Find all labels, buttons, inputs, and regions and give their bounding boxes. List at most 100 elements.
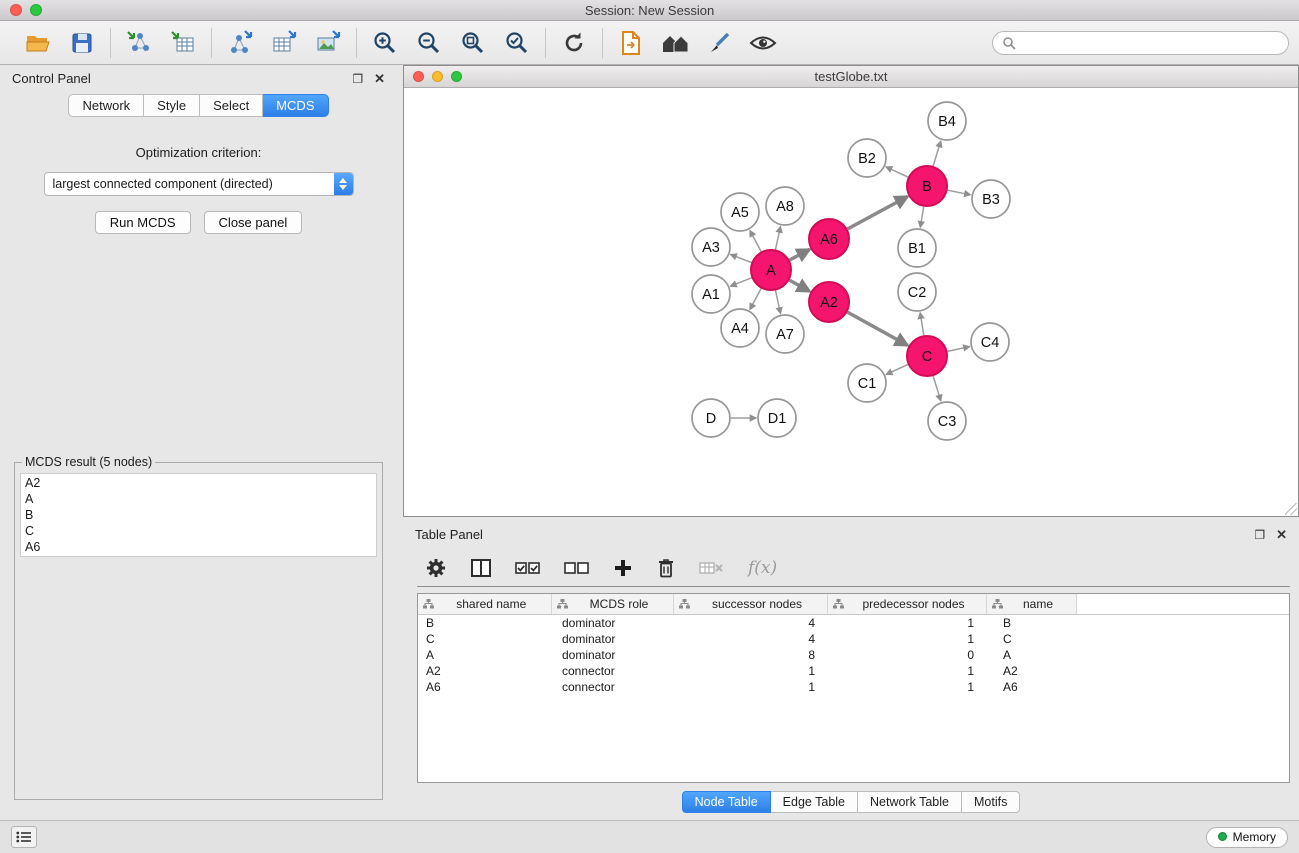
- run-mcds-button[interactable]: Run MCDS: [95, 211, 191, 234]
- column-header[interactable]: MCDS role: [551, 594, 673, 614]
- gear-icon[interactable]: [425, 554, 447, 582]
- criterion-dropdown[interactable]: largest connected component (directed): [44, 172, 354, 196]
- function-builder-icon[interactable]: f(x): [748, 554, 777, 582]
- graph-edge[interactable]: [789, 280, 809, 291]
- graph-node[interactable]: A5: [721, 193, 759, 231]
- table-row[interactable]: Cdominator41C: [418, 631, 1289, 647]
- graph-edge[interactable]: [776, 291, 781, 314]
- graph-edge[interactable]: [948, 190, 971, 195]
- graph-edge[interactable]: [933, 376, 941, 401]
- column-header[interactable]: predecessor nodes: [827, 594, 986, 614]
- column-header[interactable]: name: [986, 594, 1076, 614]
- graph-node[interactable]: A3: [692, 228, 730, 266]
- graph-edge[interactable]: [750, 231, 761, 252]
- table-cell[interactable]: 1: [827, 663, 986, 679]
- graph-node[interactable]: C2: [898, 273, 936, 311]
- zoom-fit-icon[interactable]: [456, 27, 490, 59]
- toolbar-search[interactable]: [992, 31, 1289, 55]
- resize-grip[interactable]: [1285, 503, 1297, 515]
- graph-node[interactable]: B1: [898, 229, 936, 267]
- node-table-container[interactable]: shared nameMCDS rolesuccessor nodesprede…: [417, 593, 1290, 783]
- network-graph[interactable]: B4B2BB3A5A8A6A3B1AC2A1A2A4A7C4CC1DD1C3: [404, 88, 1298, 516]
- tab-edge-table[interactable]: Edge Table: [771, 791, 858, 813]
- table-cell[interactable]: connector: [551, 679, 673, 695]
- tab-network[interactable]: Network: [68, 94, 144, 117]
- zoom-selected-icon[interactable]: [500, 27, 534, 59]
- add-column-icon[interactable]: [613, 554, 633, 582]
- table-cell[interactable]: B: [986, 614, 1076, 631]
- graph-node[interactable]: A7: [766, 315, 804, 353]
- tab-select[interactable]: Select: [200, 94, 263, 117]
- table-cell[interactable]: 1: [827, 631, 986, 647]
- network-minimize-button[interactable]: [432, 71, 443, 82]
- table-cell[interactable]: A6: [986, 679, 1076, 695]
- table-cell[interactable]: C: [986, 631, 1076, 647]
- export-network-icon[interactable]: [223, 27, 257, 59]
- graph-edge[interactable]: [920, 313, 924, 336]
- table-cell[interactable]: 4: [673, 631, 827, 647]
- close-table-panel-icon[interactable]: ✕: [1276, 528, 1287, 541]
- table-cell[interactable]: 1: [827, 679, 986, 695]
- graph-node[interactable]: A1: [692, 275, 730, 313]
- style-brush-icon[interactable]: [702, 27, 736, 59]
- network-close-button[interactable]: [413, 71, 424, 82]
- zoom-out-icon[interactable]: [412, 27, 446, 59]
- table-row[interactable]: A6connector11A6: [418, 679, 1289, 695]
- mcds-result-item[interactable]: B: [25, 507, 372, 523]
- graph-edge[interactable]: [933, 141, 941, 166]
- graph-edge[interactable]: [886, 167, 908, 177]
- graph-node[interactable]: D1: [758, 399, 796, 437]
- mcds-result-item[interactable]: A6: [25, 539, 372, 555]
- unselect-all-icon[interactable]: [564, 554, 590, 582]
- float-table-panel-icon[interactable]: ❐: [1254, 529, 1265, 541]
- table-cell[interactable]: dominator: [551, 614, 673, 631]
- table-cell[interactable]: A2: [418, 663, 551, 679]
- table-cell[interactable]: connector: [551, 663, 673, 679]
- table-cell[interactable]: 8: [673, 647, 827, 663]
- tab-motifs[interactable]: Motifs: [962, 791, 1020, 813]
- graph-node[interactable]: B4: [928, 102, 966, 140]
- import-table-icon[interactable]: [166, 27, 200, 59]
- task-history-button[interactable]: [11, 826, 37, 848]
- table-row[interactable]: A2connector11A2: [418, 663, 1289, 679]
- close-panel-icon[interactable]: ✕: [374, 72, 385, 85]
- graph-node-mcds[interactable]: A2: [809, 282, 849, 322]
- table-cell[interactable]: 1: [673, 663, 827, 679]
- float-panel-icon[interactable]: ❐: [352, 73, 363, 85]
- tab-node-table[interactable]: Node Table: [682, 791, 771, 813]
- table-cell[interactable]: A: [986, 647, 1076, 663]
- delete-table-icon[interactable]: [699, 554, 725, 582]
- graph-node-mcds[interactable]: B: [907, 166, 947, 206]
- snapshot-icon[interactable]: [614, 27, 648, 59]
- column-header[interactable]: shared name: [418, 594, 551, 614]
- table-cell[interactable]: dominator: [551, 631, 673, 647]
- mcds-result-item[interactable]: C: [25, 523, 372, 539]
- graph-node[interactable]: A4: [721, 309, 759, 347]
- memory-button[interactable]: Memory: [1206, 827, 1288, 848]
- graph-edge[interactable]: [790, 249, 810, 260]
- table-row[interactable]: Bdominator41B: [418, 614, 1289, 631]
- graph-edge[interactable]: [886, 365, 908, 375]
- open-folder-icon[interactable]: [21, 27, 55, 59]
- zoom-in-icon[interactable]: [368, 27, 402, 59]
- graph-edge[interactable]: [776, 227, 781, 250]
- table-cell[interactable]: A6: [418, 679, 551, 695]
- table-cell[interactable]: 1: [673, 679, 827, 695]
- table-cell[interactable]: dominator: [551, 647, 673, 663]
- graph-edge[interactable]: [731, 278, 752, 286]
- export-table-icon[interactable]: [267, 27, 301, 59]
- graph-edge[interactable]: [731, 255, 752, 263]
- search-input[interactable]: [1022, 36, 1279, 50]
- table-cell[interactable]: B: [418, 614, 551, 631]
- graph-edge[interactable]: [847, 312, 907, 345]
- mcds-result-item[interactable]: A: [25, 491, 372, 507]
- graph-node[interactable]: A8: [766, 187, 804, 225]
- delete-column-icon[interactable]: [656, 554, 676, 582]
- tab-style[interactable]: Style: [144, 94, 200, 117]
- mcds-result-list[interactable]: A2ABCA6: [20, 473, 377, 557]
- table-cell[interactable]: 4: [673, 614, 827, 631]
- graph-node[interactable]: B2: [848, 139, 886, 177]
- select-all-icon[interactable]: [515, 554, 541, 582]
- tab-mcds[interactable]: MCDS: [263, 94, 328, 117]
- column-header[interactable]: successor nodes: [673, 594, 827, 614]
